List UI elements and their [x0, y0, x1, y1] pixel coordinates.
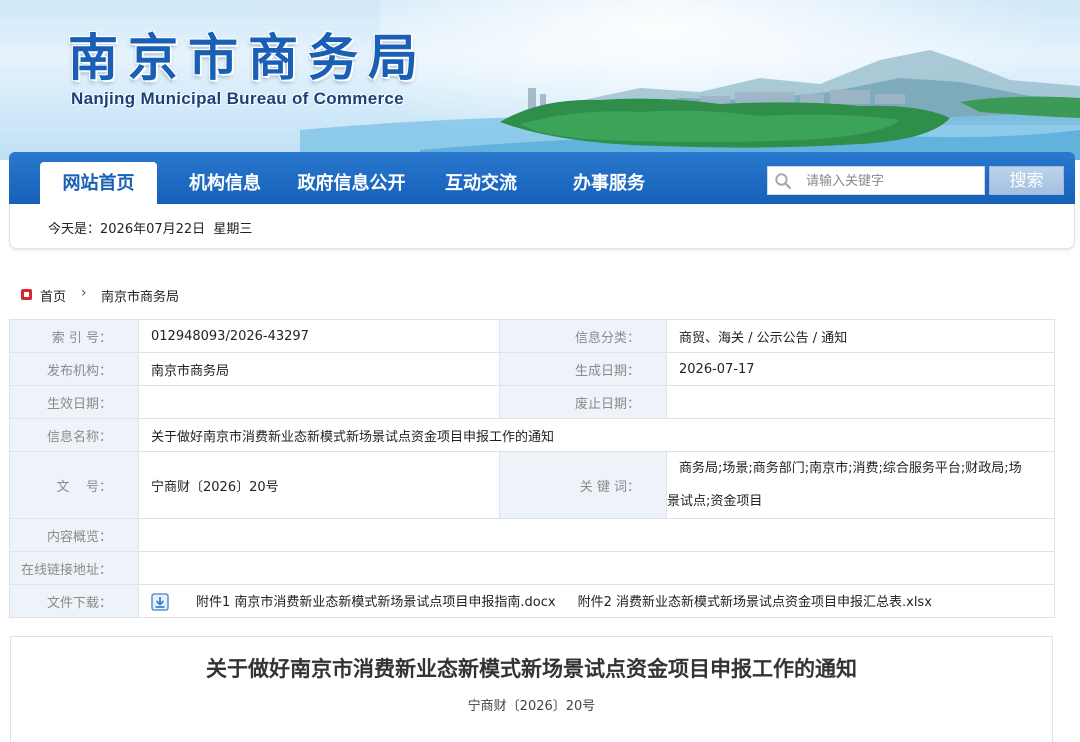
- table-row: 生效日期： 废止日期：: [9, 385, 1055, 419]
- online-link-value: [138, 551, 1055, 585]
- site-subtitle-en: Nanjing Municipal Bureau of Commerce: [71, 89, 404, 108]
- nav-item-home[interactable]: 网站首页: [40, 162, 157, 204]
- index-number-value: 012948093/2026-43297: [138, 319, 500, 353]
- table-row: 索 引 号： 012948093/2026-43297 信息分类： 商贸、海关 …: [9, 319, 1055, 353]
- publisher-label: 发布机构：: [9, 352, 139, 386]
- table-row: 在线链接地址：: [9, 551, 1055, 585]
- table-row: 发布机构： 南京市商务局 生成日期： 2026-07-17: [9, 352, 1055, 386]
- keywords-line: 商务局;场景;商务部门;南京市;消费;综合服务平台;财政局;场: [679, 461, 1022, 476]
- index-number-label: 索 引 号：: [9, 319, 139, 353]
- keywords-value: 商务局;场景;商务部门;南京市;消费;综合服务平台;财政局;场 景试点;资金项目: [666, 451, 1055, 519]
- summary-label: 内容概览：: [9, 518, 139, 552]
- created-date-label: 生成日期：: [499, 352, 667, 386]
- expiry-date-value: [666, 385, 1055, 419]
- doc-number-label: 文 号：: [9, 451, 139, 519]
- nav-item-services[interactable]: 办事服务: [557, 166, 661, 202]
- site-title: 南京市商务局: [68, 28, 428, 87]
- table-row: 文 号： 宁商财〔2026〕20号 关 键 词： 商务局;场景;商务部门;南京市…: [9, 451, 1055, 519]
- article-body: 关于做好南京市消费新业态新模式新场景试点资金项目申报工作的通知 宁商财〔2026…: [10, 636, 1053, 742]
- summary-value: [138, 518, 1055, 552]
- category-value: 商贸、海关 / 公示公告 / 通知: [666, 319, 1055, 353]
- site-banner: 南京市商务局 Nanjing Municipal Bureau of Comme…: [0, 0, 1080, 160]
- breadcrumb-home[interactable]: 首页: [40, 286, 66, 305]
- nav-item-gov-info[interactable]: 政府信息公开: [289, 166, 414, 202]
- online-link-label: 在线链接地址：: [9, 551, 139, 585]
- table-row: 信息名称： 关于做好南京市消费新业态新模式新场景试点资金项目申报工作的通知: [9, 418, 1055, 452]
- category-label: 信息分类：: [499, 319, 667, 353]
- search-button[interactable]: 搜索: [989, 166, 1064, 195]
- document-info-table: 索 引 号： 012948093/2026-43297 信息分类： 商贸、海关 …: [9, 319, 1055, 618]
- article-title: 关于做好南京市消费新业态新模式新场景试点资金项目申报工作的通知: [206, 656, 857, 681]
- search-input[interactable]: [806, 170, 978, 192]
- attachment-2-link[interactable]: 附件2 消费新业态新模式新场景试点资金项目申报汇总表.xlsx: [578, 595, 932, 610]
- breadcrumb-separator: ›: [81, 285, 87, 301]
- article-doc-number: 宁商财〔2026〕20号: [467, 699, 596, 714]
- download-icon[interactable]: [151, 593, 169, 611]
- download-cell: 附件1 南京市消费新业态新模式新场景试点项目申报指南.docx 附件2 消费新业态…: [138, 584, 1055, 618]
- table-row: 文件下载： 附件1 南京市消费新业态新模式新场景试点项目申报指南.docx 附件2…: [9, 584, 1055, 618]
- search-icon: [775, 173, 792, 190]
- effective-date-label: 生效日期：: [9, 385, 139, 419]
- attachment-1-link[interactable]: 附件1 南京市消费新业态新模式新场景试点项目申报指南.docx: [196, 595, 556, 610]
- home-icon: [21, 289, 32, 300]
- nav-item-interaction[interactable]: 互动交流: [431, 166, 531, 202]
- keywords-line: 景试点;资金项目: [667, 494, 763, 509]
- expiry-date-label: 废止日期：: [499, 385, 667, 419]
- doc-number-value: 宁商财〔2026〕20号: [138, 451, 500, 519]
- info-name-value: 关于做好南京市消费新业态新模式新场景试点资金项目申报工作的通知: [138, 418, 1055, 452]
- breadcrumb-current[interactable]: 南京市商务局: [101, 286, 179, 305]
- info-name-label: 信息名称：: [9, 418, 139, 452]
- table-row: 内容概览：: [9, 518, 1055, 552]
- effective-date-value: [138, 385, 500, 419]
- keywords-label: 关 键 词：: [499, 451, 667, 519]
- publisher-value: 南京市商务局: [138, 352, 500, 386]
- created-date-value: 2026-07-17: [666, 352, 1055, 386]
- main-nav: 网站首页 机构信息 政府信息公开 互动交流 办事服务 搜索: [9, 152, 1075, 204]
- date-bar: 今天是：2026年07月22日 星期三: [9, 204, 1075, 249]
- current-date: 今天是：2026年07月22日 星期三: [48, 222, 253, 237]
- download-label: 文件下载：: [9, 584, 139, 618]
- nav-item-organization[interactable]: 机构信息: [175, 166, 275, 202]
- search-box: [767, 166, 985, 195]
